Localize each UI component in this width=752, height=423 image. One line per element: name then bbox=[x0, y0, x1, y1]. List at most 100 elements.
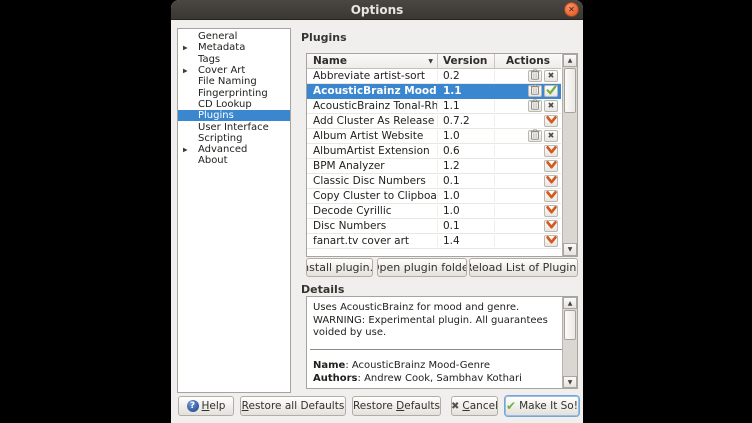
plugin-name: AcousticBrainz Tonal-Rhyt… bbox=[307, 100, 438, 112]
plugin-row[interactable]: Add Cluster As Release0.7.2 bbox=[307, 114, 561, 129]
sidebar-item-user-interface[interactable]: User Interface bbox=[178, 121, 290, 132]
plugin-row[interactable]: Album Artist Website1.0✖ bbox=[307, 129, 561, 144]
action-download-button[interactable] bbox=[544, 205, 558, 217]
scroll-down-icon[interactable]: ▼ bbox=[563, 376, 577, 388]
column-header-name[interactable]: Name ▼ bbox=[307, 54, 438, 68]
sort-indicator-icon[interactable]: ▼ bbox=[428, 58, 433, 65]
sidebar-item-label: Metadata bbox=[198, 42, 245, 53]
plugin-actions: ✖ bbox=[495, 100, 561, 112]
expand-arrow-icon[interactable]: ▶ bbox=[183, 67, 188, 74]
action-download-button[interactable] bbox=[544, 115, 558, 127]
sidebar-item-advanced[interactable]: ▶Advanced bbox=[178, 144, 290, 155]
plugin-row[interactable]: fanart.tv cover art1.4 bbox=[307, 234, 561, 249]
plugin-row[interactable]: BPM Analyzer1.2 bbox=[307, 159, 561, 174]
sidebar-item-general[interactable]: General bbox=[178, 31, 290, 42]
action-download-button[interactable] bbox=[544, 160, 558, 172]
cancel-button[interactable]: ✖ Cancel bbox=[451, 396, 498, 416]
plugin-name: Copy Cluster to Clipboard bbox=[307, 190, 438, 202]
plugin-row[interactable]: AcousticBrainz Mood-Ge…1.1 bbox=[307, 84, 561, 99]
sidebar-item-cover-art[interactable]: ▶ Cover Art bbox=[178, 65, 290, 76]
action-trash-button[interactable] bbox=[528, 70, 542, 82]
plugin-meta-line: Authors: Andrew Cook, Sambhav Kothari bbox=[313, 372, 522, 385]
download-chevron-icon bbox=[546, 235, 557, 247]
plugin-version: 1.0 bbox=[438, 130, 495, 142]
plugin-row[interactable]: Abbreviate artist-sort0.2 ✖ bbox=[307, 69, 561, 84]
sidebar-item-tags[interactable]: Tags bbox=[178, 54, 290, 65]
plugin-version: 0.2 bbox=[438, 70, 495, 82]
sidebar-item-scripting[interactable]: Scripting bbox=[178, 133, 290, 144]
sidebar-item-label: About bbox=[198, 155, 228, 166]
sidebar-item-metadata[interactable]: ▶ Metadata bbox=[178, 42, 290, 53]
scrollbar-thumb[interactable] bbox=[564, 68, 576, 113]
install-plugin-button[interactable]: Install plugin... bbox=[306, 258, 373, 277]
action-download-button[interactable] bbox=[544, 175, 558, 187]
plugin-name: fanart.tv cover art bbox=[307, 235, 438, 247]
plugin-details-box[interactable]: Uses AcousticBrainz for mood and genre. … bbox=[306, 296, 578, 389]
plugin-row[interactable]: AlbumArtist Extension0.6 bbox=[307, 144, 561, 159]
scroll-up-icon[interactable]: ▲ bbox=[563, 54, 577, 67]
restore-defaults-button[interactable]: Restore Defaults bbox=[352, 396, 441, 416]
plugin-actions bbox=[495, 160, 561, 172]
close-icon[interactable]: ✕ bbox=[564, 2, 579, 17]
action-download-button[interactable] bbox=[544, 220, 558, 232]
action-download-button[interactable] bbox=[544, 190, 558, 202]
download-chevron-icon bbox=[546, 205, 557, 217]
sidebar-item-label: General bbox=[198, 31, 237, 42]
action-download-button[interactable] bbox=[544, 145, 558, 157]
make-it-so-button[interactable]: ✔ Make It So! bbox=[505, 396, 579, 416]
action-trash-button[interactable] bbox=[528, 130, 542, 142]
plugin-name: BPM Analyzer bbox=[307, 160, 438, 172]
column-header-actions[interactable]: Actions bbox=[495, 54, 561, 68]
plugin-version: 1.1 bbox=[438, 85, 495, 97]
sidebar-item-label: Scripting bbox=[198, 133, 242, 144]
plugin-row[interactable]: AcousticBrainz Tonal-Rhyt…1.1✖ bbox=[307, 99, 561, 114]
plugins-section-label: Plugins bbox=[301, 31, 347, 44]
expand-arrow-icon[interactable]: ▶ bbox=[183, 44, 188, 51]
disable-x-icon: ✖ bbox=[548, 102, 555, 110]
sidebar-item-about[interactable]: About bbox=[178, 155, 290, 166]
plugin-row[interactable]: Decode Cyrillic1.0 bbox=[307, 204, 561, 219]
action-enable-button[interactable] bbox=[544, 85, 558, 97]
sidebar-item-label: Cover Art bbox=[198, 65, 245, 76]
options-tree[interactable]: General ▶ MetadataTags ▶ Cover ArtFile Namin… bbox=[177, 28, 291, 393]
details-scrollbar[interactable]: ▲ ▼ bbox=[562, 297, 577, 388]
plugins-table[interactable]: Name ▼ Version Actions Abbreviate artist… bbox=[306, 53, 578, 257]
plugin-actions bbox=[495, 220, 561, 232]
restore-all-defaults-button[interactable]: Restore all Defaults bbox=[240, 396, 346, 416]
action-disable-button[interactable]: ✖ bbox=[544, 70, 558, 82]
download-chevron-icon bbox=[546, 220, 557, 232]
plugin-meta-line: Name: AcousticBrainz Mood-Genre bbox=[313, 359, 522, 372]
action-disable-button[interactable]: ✖ bbox=[544, 130, 558, 142]
trash-icon bbox=[530, 129, 540, 143]
sidebar-item-fingerprinting[interactable]: Fingerprinting bbox=[178, 87, 290, 98]
plugin-row[interactable]: Classic Disc Numbers0.1 bbox=[307, 174, 561, 189]
expand-arrow-icon[interactable]: ▶ bbox=[183, 146, 188, 153]
action-download-button[interactable] bbox=[544, 235, 558, 247]
sidebar-item-cd-lookup[interactable]: CD Lookup bbox=[178, 99, 290, 110]
column-header-version[interactable]: Version bbox=[438, 54, 495, 68]
plugin-row[interactable]: Copy Cluster to Clipboard1.0 bbox=[307, 189, 561, 204]
action-disable-button[interactable]: ✖ bbox=[544, 100, 558, 112]
scroll-down-icon[interactable]: ▼ bbox=[563, 243, 577, 256]
plugin-name: Abbreviate artist-sort bbox=[307, 70, 438, 82]
plugin-row[interactable]: Disc Numbers0.1 bbox=[307, 219, 561, 234]
plugins-table-scrollbar[interactable]: ▲ ▼ bbox=[562, 54, 577, 256]
action-trash-button[interactable] bbox=[528, 100, 542, 112]
open-plugin-folder-button[interactable]: Open plugin folder bbox=[377, 258, 467, 277]
titlebar[interactable]: Options ✕ bbox=[171, 0, 583, 20]
help-button[interactable]: ? Help bbox=[178, 396, 234, 416]
desktop-background: { "window": { "title": "Options", "close… bbox=[0, 0, 752, 423]
scroll-up-icon[interactable]: ▲ bbox=[563, 297, 577, 309]
enabled-check-icon bbox=[546, 85, 557, 98]
sidebar-item-plugins[interactable]: Plugins bbox=[178, 110, 290, 121]
sidebar-item-label: Tags bbox=[198, 54, 220, 65]
plugin-name: Classic Disc Numbers bbox=[307, 175, 438, 187]
plugin-name: AlbumArtist Extension bbox=[307, 145, 438, 157]
action-trash-button[interactable] bbox=[528, 85, 542, 97]
scrollbar-thumb[interactable] bbox=[564, 310, 576, 340]
sidebar-item-file-naming[interactable]: File Naming bbox=[178, 76, 290, 87]
plugin-actions bbox=[495, 85, 561, 97]
help-icon: ? bbox=[187, 400, 199, 412]
plugin-version: 0.6 bbox=[438, 145, 495, 157]
reload-plugins-button[interactable]: Reload List of Plugins bbox=[469, 258, 578, 277]
